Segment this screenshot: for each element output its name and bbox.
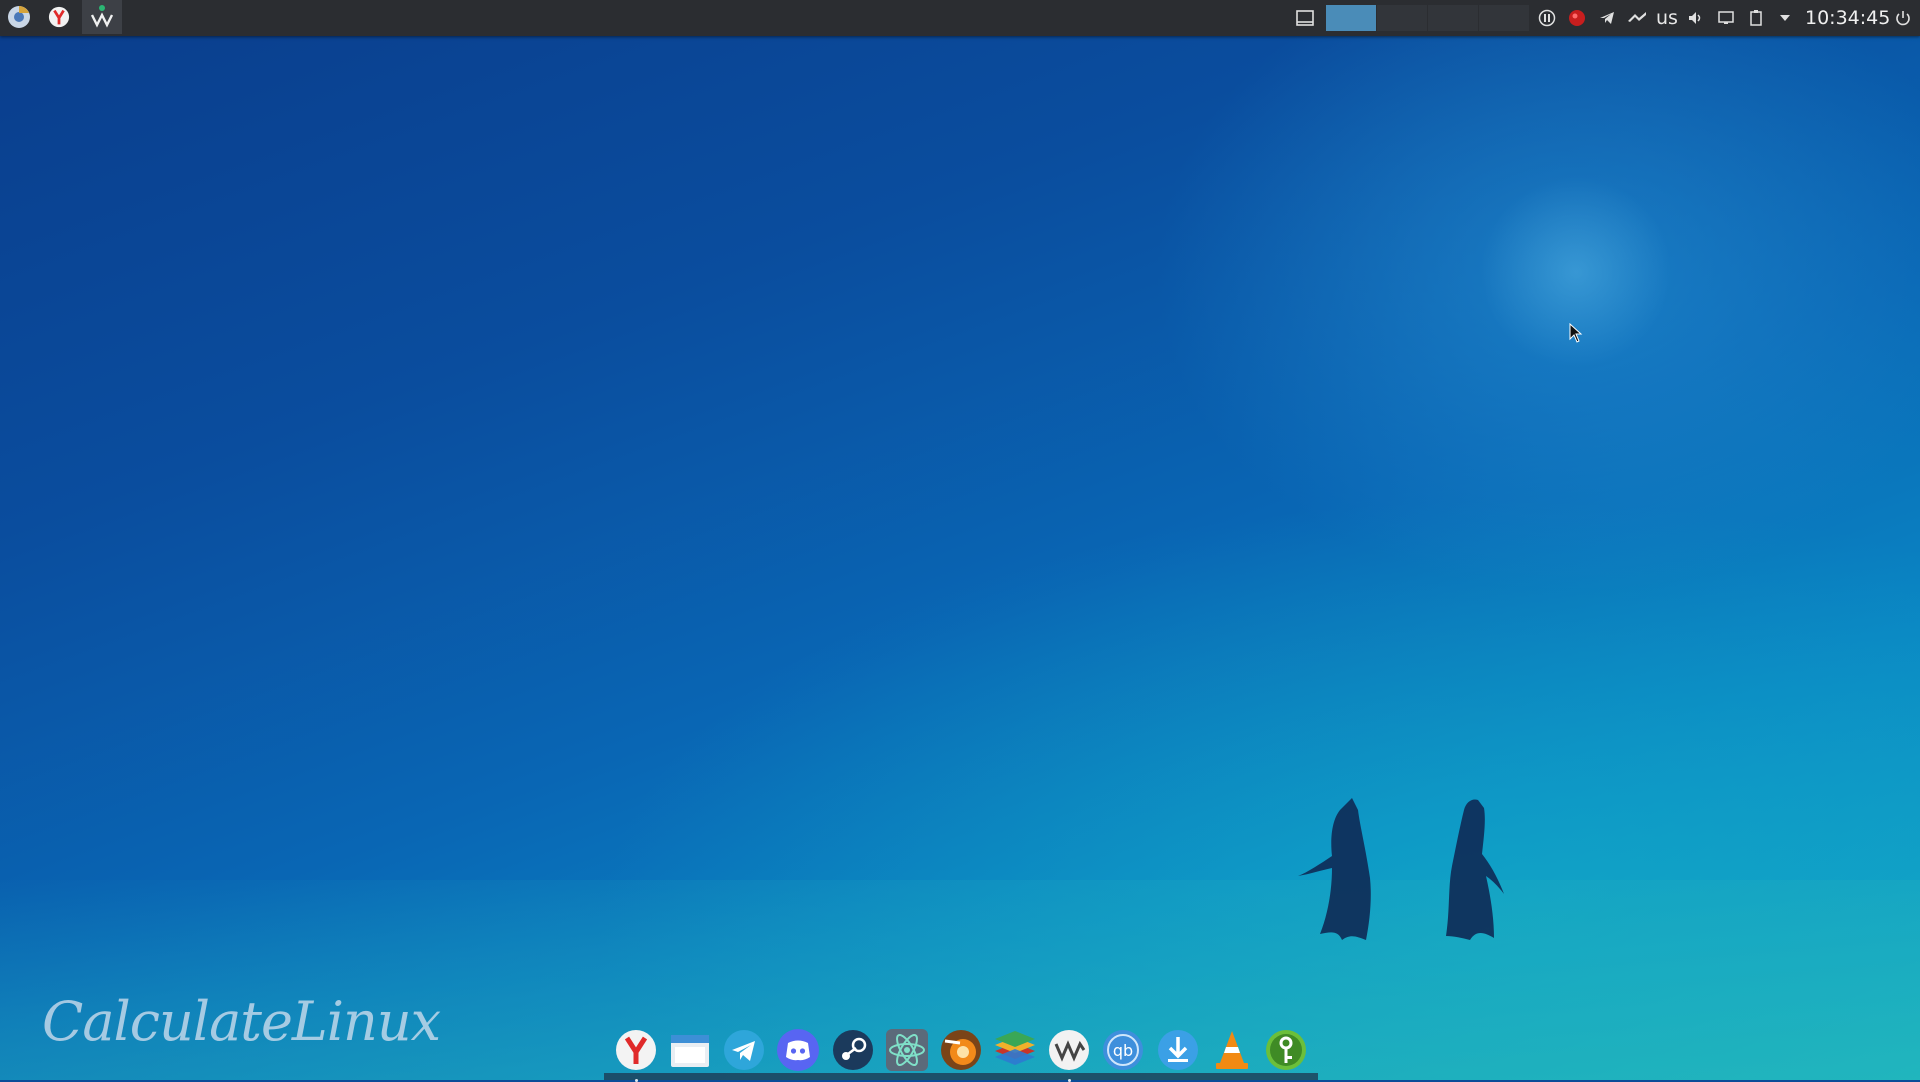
- virtual-desktop-pager: [1326, 5, 1530, 31]
- yandex-browser-icon: [48, 6, 70, 28]
- mouse-cursor: [1569, 323, 1583, 343]
- dock-yandex-browser[interactable]: [614, 1028, 658, 1082]
- dock-vlc[interactable]: [1210, 1028, 1254, 1072]
- dock-telegram[interactable]: [722, 1028, 766, 1072]
- download-manager-icon: [1157, 1030, 1198, 1070]
- desktop-3[interactable]: [1428, 5, 1479, 31]
- calculate-linux-logo: CalculateLinux: [42, 990, 441, 1053]
- launcher-vivaldi[interactable]: [82, 0, 122, 34]
- top-panel: us 10:34:45: [0, 0, 1920, 36]
- dock-qbittorrent[interactable]: qb: [1101, 1028, 1145, 1072]
- discord-icon: [777, 1029, 820, 1071]
- show-desktop-button[interactable]: [1295, 8, 1315, 28]
- network-icon: [1628, 12, 1646, 22]
- desktop-4[interactable]: [1479, 5, 1530, 31]
- application-dock: qb: [604, 1020, 1318, 1082]
- keyboard-layout-text: us: [1656, 7, 1678, 29]
- dock-vivaldi[interactable]: [1047, 1028, 1091, 1082]
- launcher-yandex-browser[interactable]: [40, 0, 78, 34]
- penguins-silhouette: [1298, 798, 1504, 940]
- power-button[interactable]: [1893, 8, 1913, 28]
- chevron-down-icon: [1780, 15, 1790, 21]
- dock-download-manager[interactable]: [1156, 1028, 1200, 1072]
- monitor-icon: [1718, 11, 1734, 24]
- tray-network[interactable]: [1627, 8, 1647, 28]
- vlc-icon: [1215, 1031, 1248, 1069]
- dock-discord[interactable]: [776, 1028, 820, 1072]
- blender-like-icon: [940, 1030, 981, 1070]
- vivaldi-icon: [1049, 1030, 1090, 1070]
- svg-text:qb: qb: [1113, 1041, 1133, 1060]
- window-icon: [1296, 10, 1314, 26]
- dock-file-manager[interactable]: [668, 1028, 712, 1072]
- clock-time: 10:34:45: [1805, 7, 1891, 29]
- volume-icon: [1689, 12, 1701, 24]
- dock-atom-editor[interactable]: [885, 1028, 929, 1072]
- dock-layers-app[interactable]: [993, 1028, 1037, 1072]
- tray-volume[interactable]: [1686, 8, 1706, 28]
- desktop-1[interactable]: [1326, 5, 1377, 31]
- power-icon: [1896, 11, 1910, 26]
- qbittorrent-icon: qb: [1103, 1030, 1144, 1070]
- steam-icon: [832, 1030, 873, 1070]
- clipboard-icon: [1750, 10, 1762, 26]
- vivaldi-icon: [90, 5, 114, 28]
- pause-icon: [1538, 9, 1556, 27]
- telegram-icon: [1600, 12, 1614, 24]
- dock-keepass[interactable]: [1264, 1028, 1308, 1072]
- tray-pause[interactable]: [1537, 8, 1557, 28]
- tray-display[interactable]: [1716, 8, 1736, 28]
- tray-recorder[interactable]: [1567, 8, 1587, 28]
- dock-blender[interactable]: [939, 1028, 983, 1072]
- yandex-browser-icon: [616, 1030, 656, 1070]
- chromium-icon: [8, 6, 30, 28]
- clock[interactable]: 10:34:45: [1805, 7, 1890, 29]
- telegram-icon: [724, 1030, 765, 1070]
- launcher-chromium[interactable]: [0, 0, 38, 34]
- atom-editor-icon: [885, 1029, 928, 1071]
- keyboard-layout-indicator[interactable]: us: [1656, 7, 1678, 29]
- logo-text: CalculateLinux: [42, 990, 441, 1053]
- desktop-2[interactable]: [1377, 5, 1428, 31]
- tray-expand[interactable]: [1775, 8, 1795, 28]
- file-manager-icon: [671, 1035, 710, 1067]
- keepass-icon: [1265, 1030, 1306, 1070]
- tray-clipboard[interactable]: [1746, 8, 1766, 28]
- layers-app-icon: [995, 1031, 1036, 1065]
- dock-steam[interactable]: [831, 1028, 875, 1072]
- tray-telegram[interactable]: [1597, 8, 1617, 28]
- record-icon: [1569, 10, 1585, 26]
